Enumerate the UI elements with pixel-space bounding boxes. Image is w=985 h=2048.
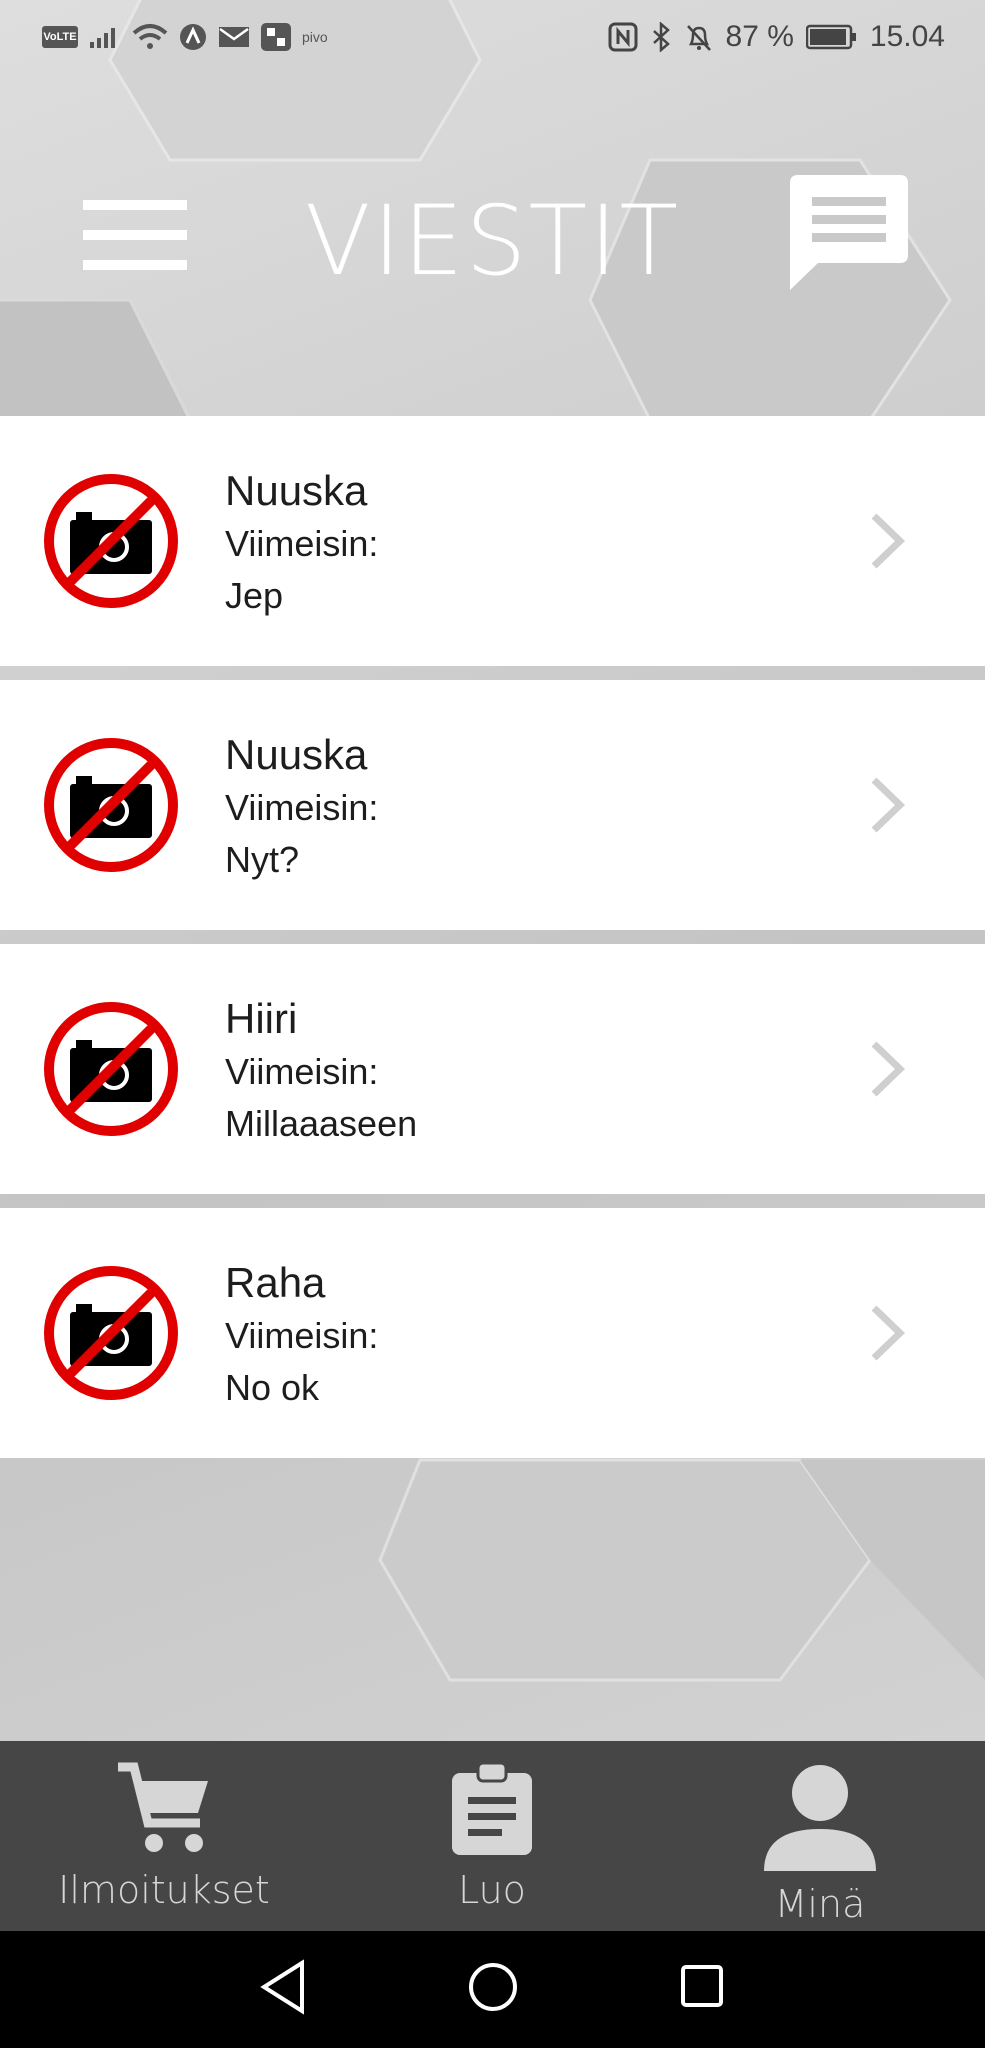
chevron-right-icon [871, 777, 906, 833]
nav-label: Luo [458, 1868, 526, 1912]
cart-icon [118, 1762, 208, 1852]
no-photo-icon [44, 474, 178, 608]
latest-message: Millaaaseen [225, 1103, 418, 1144]
nav-item-luo[interactable]: Luo [372, 1761, 612, 1912]
battery-icon [805, 24, 856, 50]
latest-message: No ok [225, 1367, 320, 1408]
conversation-row[interactable]: Raha Viimeisin: No ok [0, 1208, 985, 1458]
contact-name: Raha [225, 1259, 326, 1306]
nav-label: Ilmoitukset [58, 1868, 270, 1912]
battery-percent: 87 % [725, 20, 794, 53]
navigation-icon [180, 24, 206, 50]
no-photo-icon [44, 738, 178, 872]
status-bar: VoLTE pivo 87 % 15.04 [0, 0, 985, 78]
chevron-right-icon [871, 1305, 906, 1361]
latest-message: Nyt? [225, 839, 300, 880]
nav-item-ilmoitukset[interactable]: Ilmoitukset [44, 1761, 284, 1912]
app-icon [261, 23, 291, 51]
no-photo-icon [44, 1266, 178, 1400]
carrier-app-label: pivo [302, 29, 328, 45]
latest-message: Jep [225, 575, 284, 616]
chat-bubble-icon[interactable] [790, 175, 908, 290]
chevron-right-icon [871, 513, 906, 569]
conversation-row[interactable]: Nuuska Viimeisin: Nyt? [0, 680, 985, 930]
nav-item-mina[interactable]: Minä [700, 1761, 940, 1926]
signal-icon [90, 28, 115, 48]
person-icon [764, 1765, 876, 1871]
bell-muted-icon [686, 25, 711, 51]
home-icon[interactable] [466, 1959, 520, 2015]
contact-name: Nuuska [225, 467, 368, 514]
volte-indicator: VoLTE [42, 26, 78, 48]
system-navigation-bar [0, 1931, 985, 2048]
clipboard-icon [452, 1761, 532, 1855]
back-icon[interactable] [258, 1959, 308, 2015]
nfc-icon [608, 22, 638, 52]
mail-icon [219, 27, 249, 47]
clock: 15.04 [869, 20, 945, 53]
conversation-row[interactable]: Nuuska Viimeisin: Jep [0, 416, 985, 666]
latest-label: Viimeisin: [225, 1315, 379, 1356]
bluetooth-icon [652, 22, 670, 52]
latest-label: Viimeisin: [225, 1051, 379, 1092]
wifi-icon [132, 24, 168, 49]
bottom-navigation: Ilmoitukset Luo Minä [0, 1741, 985, 1931]
header: VIESTIT [0, 130, 985, 297]
chevron-right-icon [871, 1041, 906, 1097]
conversation-row[interactable]: Hiiri Viimeisin: Millaaaseen [0, 944, 985, 1194]
nav-label: Minä [774, 1882, 866, 1926]
latest-label: Viimeisin: [225, 523, 379, 564]
contact-name: Hiiri [225, 995, 298, 1042]
contact-name: Nuuska [225, 731, 368, 778]
recents-icon[interactable] [678, 1959, 728, 2015]
latest-label: Viimeisin: [225, 787, 379, 828]
no-photo-icon [44, 1002, 178, 1136]
